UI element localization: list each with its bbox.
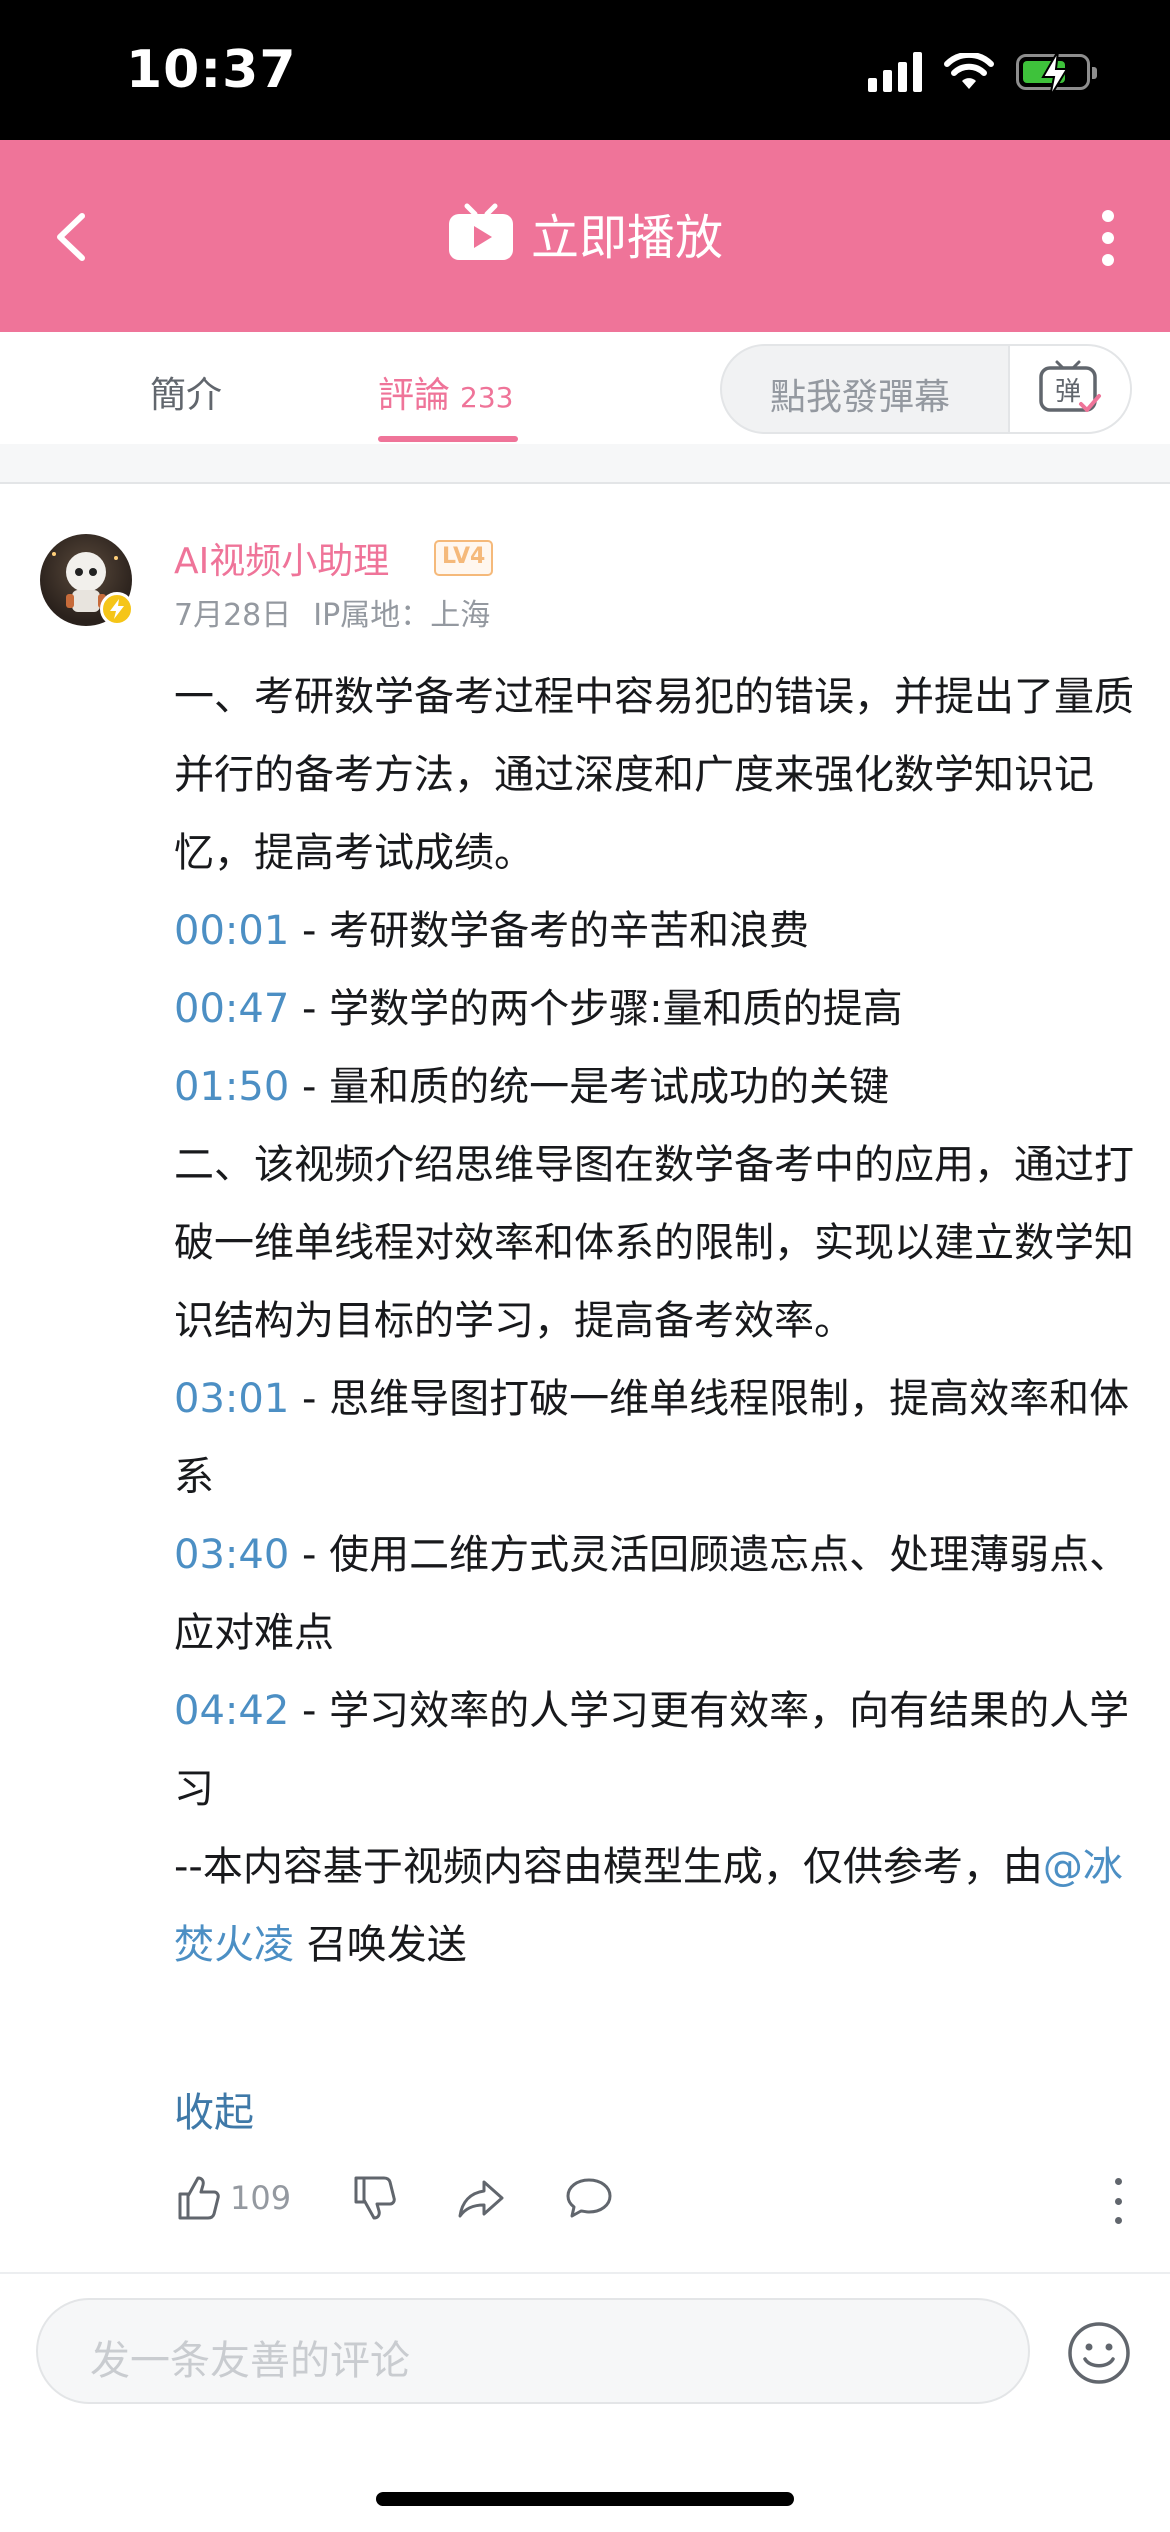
comment-actions: 109 (174, 2174, 1122, 2230)
comment-body: 一、考研数学备考过程中容易犯的错误，并提出了量质并行的备考方法，通过深度和广度来… (174, 658, 1134, 1984)
level-badge: LV4 (434, 540, 494, 576)
comment-text: - 量和质的统一是考试成功的关键 (289, 1064, 890, 1110)
share-button[interactable] (456, 2174, 506, 2222)
header-title: 立即播放 (530, 210, 723, 266)
comment-paragraph: 一、考研数学备考过程中容易犯的错误，并提出了量质并行的备考方法，通过深度和广度来… (174, 658, 1134, 892)
footer-text: --本内容基于视频内容由模型生成，仅供参考，由 (174, 1844, 1043, 1890)
timestamp-link[interactable]: 00:47 (174, 986, 289, 1032)
danmaku-toggle-icon: 弹 (1039, 360, 1101, 412)
bottom-divider (0, 2272, 1170, 2274)
more-vertical-icon[interactable] (1098, 210, 1118, 266)
danmaku-bar: 點我發彈幕 弹 (720, 344, 1132, 434)
comment-paragraph: 00:01 - 考研数学备考的辛苦和浪费 (174, 892, 1134, 970)
tab-intro-label: 簡介 (150, 375, 223, 416)
play-now-button[interactable]: 立即播放 (0, 198, 1170, 268)
timestamp-link[interactable]: 03:01 (174, 1376, 289, 1422)
comment-more-icon[interactable] (1112, 2178, 1124, 2224)
timestamp-link[interactable]: 03:40 (174, 1532, 289, 1578)
comment-text: - 思维导图打破一维单线程限制，提高效率和体系 (174, 1376, 1130, 1500)
comment-paragraph: 03:40 - 使用二维方式灵活回顾遗忘点、处理薄弱点、应对难点 (174, 1516, 1134, 1672)
reply-button[interactable] (564, 2174, 614, 2222)
like-button[interactable]: 109 (174, 2174, 291, 2222)
comment-footer: --本内容基于视频内容由模型生成，仅供参考，由@冰焚火凌 召唤发送 (174, 1828, 1134, 1984)
comment-text: - 学数学的两个步骤:量和质的提高 (289, 986, 903, 1032)
status-time: 10:37 (126, 40, 297, 100)
comment-meta: 7月28日 IP属地：上海 (174, 590, 490, 634)
timestamp-link[interactable]: 04:42 (174, 1688, 289, 1734)
reply-icon (566, 2178, 612, 2218)
thumb-down-icon (354, 2176, 396, 2220)
cellular-signal-icon (868, 52, 922, 92)
like-count: 109 (230, 2179, 292, 2217)
comment-ip-location: IP属地：上海 (313, 598, 491, 633)
section-divider (0, 444, 1170, 484)
wifi-icon (944, 53, 994, 89)
comment-date: 7月28日 (174, 598, 292, 633)
verified-badge-icon (100, 592, 134, 626)
comment-text: - 学习效率的人学习更有效率，向有结果的人学习 (174, 1688, 1130, 1812)
danmaku-toggle[interactable]: 弹 (1008, 346, 1130, 432)
comment-paragraph: 04:42 - 学习效率的人学习更有效率，向有结果的人学习 (174, 1672, 1134, 1828)
comment-paragraph: 01:50 - 量和质的统一是考试成功的关键 (174, 1048, 1134, 1126)
video-header: 立即播放 (0, 140, 1170, 332)
collapse-button[interactable]: 收起 (174, 2080, 254, 2138)
tab-intro[interactable]: 簡介 (150, 366, 222, 418)
comment-user-name[interactable]: AI视频小助理 (174, 532, 389, 584)
comment-text: - 考研数学备考的辛苦和浪费 (289, 908, 810, 954)
timestamp-link[interactable]: 00:01 (174, 908, 289, 954)
comment-paragraph: 03:01 - 思维导图打破一维单线程限制，提高效率和体系 (174, 1360, 1134, 1516)
emoji-icon[interactable] (1066, 2320, 1132, 2386)
timestamp-link[interactable]: 01:50 (174, 1064, 289, 1110)
active-tab-indicator (378, 436, 518, 442)
tab-comments[interactable]: 評論 233 (378, 366, 513, 418)
comment-input[interactable]: 发一条友善的评论 (36, 2298, 1030, 2404)
tab-comments-label: 評論 (378, 375, 451, 416)
comments-count: 233 (460, 381, 514, 414)
tv-play-icon (448, 203, 513, 260)
battery-charging-icon (1016, 51, 1097, 97)
comment-text: - 使用二维方式灵活回顾遗忘点、处理薄弱点、应对难点 (174, 1532, 1130, 1656)
comment-paragraph: 00:47 - 学数学的两个步骤:量和质的提高 (174, 970, 1134, 1048)
dislike-button[interactable] (350, 2174, 398, 2222)
tab-bar: 簡介 評論 233 點我發彈幕 弹 (0, 332, 1170, 444)
comment-text: 二、该视频介绍思维导图在数学备考中的应用，通过打破一维单线程对效率和体系的限制，… (174, 1142, 1134, 1344)
danmaku-input[interactable]: 點我發彈幕 (770, 368, 950, 420)
footer-suffix: 召唤发送 (294, 1922, 467, 1968)
danmaku-icon-text: 弹 (1055, 377, 1081, 407)
comment-paragraph: 二、该视频介绍思维导图在数学备考中的应用，通过打破一维单线程对效率和体系的限制，… (174, 1126, 1134, 1360)
status-bar: 10:37 (0, 0, 1170, 140)
home-indicator[interactable] (376, 2492, 794, 2506)
comment-text: 一、考研数学备考过程中容易犯的错误，并提出了量质并行的备考方法，通过深度和广度来… (174, 674, 1134, 876)
thumb-up-icon (178, 2176, 220, 2220)
status-icons (868, 51, 1097, 97)
share-icon (458, 2180, 504, 2218)
comment-input-placeholder: 发一条友善的评论 (90, 2338, 410, 2384)
